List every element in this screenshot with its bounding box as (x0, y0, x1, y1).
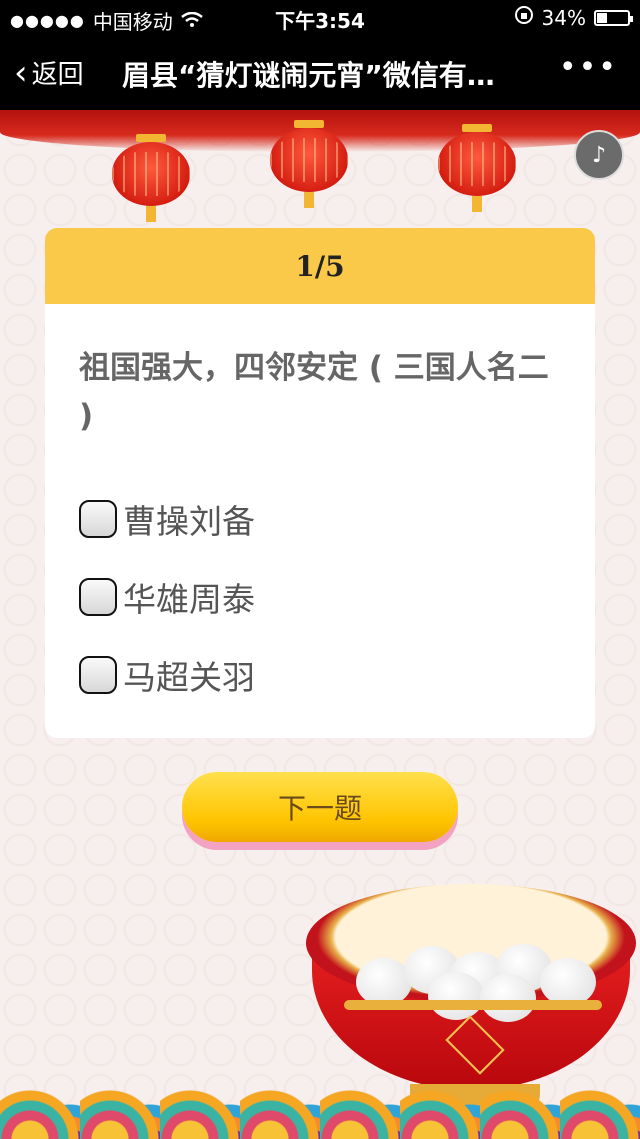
option-3[interactable]: 马超关羽 (79, 636, 595, 714)
checkbox-icon[interactable] (79, 656, 117, 694)
back-button[interactable]: ‹ 返回 (14, 54, 84, 91)
wave-pattern (0, 1070, 640, 1139)
battery-icon (594, 9, 633, 26)
chevron-left-icon: ‹ (14, 52, 28, 93)
bowl-band (344, 1000, 602, 1010)
orientation-lock-icon (514, 5, 534, 30)
question-progress: 1/5 (295, 249, 345, 283)
option-label: 曹操刘备 (123, 502, 255, 541)
next-question-button[interactable]: 下一题 (182, 772, 458, 842)
status-bar: ●●●●● 中国移动 下午3:54 34% (0, 0, 640, 36)
music-note-icon: ♪ (591, 142, 607, 168)
music-toggle-button[interactable]: ♪ (574, 130, 624, 180)
battery-percent: 34% (541, 5, 586, 30)
question-text: 祖国强大，四邻安定 ( 三国人名二 ) (79, 350, 549, 434)
more-menu-button[interactable]: ••• (559, 50, 618, 85)
tangyuan-ball (540, 958, 596, 1006)
nav-bar: ‹ 返回 眉县“猜灯谜闹元宵”微信有… ••• (0, 36, 640, 110)
back-label: 返回 (31, 60, 84, 90)
lantern-icon (270, 120, 348, 208)
quiz-card: 1/5 祖国强大，四邻安定 ( 三国人名二 ) 曹操刘备 华雄周泰 马超关羽 (45, 228, 595, 738)
checkbox-icon[interactable] (79, 500, 117, 538)
tangyuan-ball (480, 974, 536, 1022)
lantern-icon (112, 134, 190, 222)
lantern-icon (438, 124, 516, 212)
page-title: 眉县“猜灯谜闹元宵”微信有… (122, 59, 495, 92)
option-2[interactable]: 华雄周泰 (79, 558, 595, 636)
option-label: 华雄周泰 (123, 580, 255, 619)
option-label: 马超关羽 (123, 658, 255, 697)
tangyuan-ball (428, 972, 484, 1020)
quiz-card-header: 1/5 (45, 228, 595, 304)
options-list: 曹操刘备 华雄周泰 马超关羽 (79, 480, 595, 714)
option-1[interactable]: 曹操刘备 (79, 480, 595, 558)
checkbox-icon[interactable] (79, 578, 117, 616)
